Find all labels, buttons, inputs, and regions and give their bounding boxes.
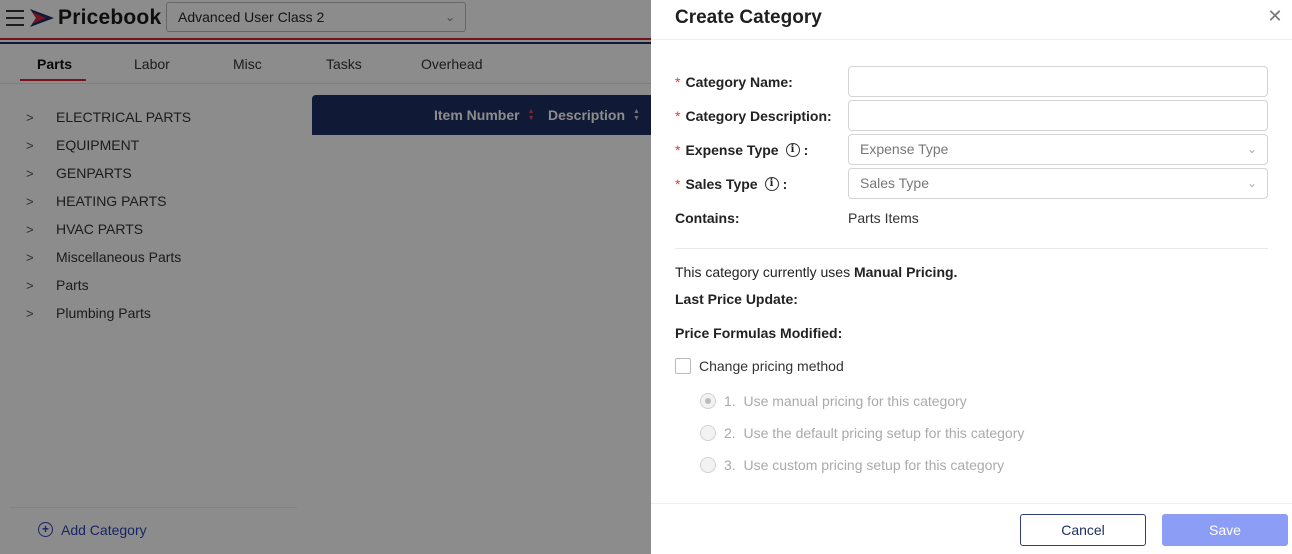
- change-pricing-method-row[interactable]: Change pricing method: [675, 358, 844, 374]
- drawer-title: Create Category: [675, 7, 822, 28]
- category-name-row: * Category Name:: [675, 66, 1268, 97]
- save-button[interactable]: Save: [1162, 514, 1288, 546]
- category-name-label-wrap: * Category Name:: [675, 74, 848, 90]
- required-marker: *: [675, 175, 681, 192]
- last-price-update-label: Last Price Update: [675, 291, 794, 307]
- label-colon: :: [788, 73, 793, 90]
- drawer-footer: Cancel Save: [651, 503, 1292, 554]
- chevron-down-icon: ⌄: [1246, 142, 1257, 156]
- required-marker: *: [675, 107, 681, 124]
- expense-type-placeholder: Expense Type: [860, 141, 949, 157]
- create-category-drawer: Create Category ✕ * Category Name: * Categ…: [651, 0, 1292, 554]
- expense-type-label-wrap: * Expense Type i:: [675, 142, 848, 158]
- contains-label-wrap: Contains:: [675, 210, 848, 226]
- pricing-option-radio[interactable]: [700, 393, 716, 409]
- drawer-header: Create Category ✕: [651, 0, 1292, 40]
- contains-row: Contains: Parts Items: [675, 202, 1268, 233]
- category-description-input[interactable]: [848, 100, 1268, 131]
- label-colon: :: [782, 175, 788, 192]
- expense-type-select[interactable]: Expense Type ⌄: [848, 134, 1268, 165]
- contains-label: Contains: [675, 209, 735, 226]
- sales-type-placeholder: Sales Type: [860, 175, 930, 191]
- pricing-option-radio[interactable]: [700, 425, 716, 441]
- pricing-method-value: Manual Pricing.: [853, 264, 958, 280]
- pricing-uses-prefix: This category currently uses: [675, 264, 851, 280]
- info-icon[interactable]: i: [764, 176, 779, 191]
- chevron-down-icon: ⌄: [1246, 176, 1257, 190]
- sales-type-row: * Sales Type i: Sales Type ⌄: [675, 168, 1268, 199]
- pricing-option-radio[interactable]: [700, 457, 716, 473]
- pricing-option-3[interactable]: 3. Use custom pricing setup for this cat…: [700, 457, 1004, 473]
- change-pricing-method-label: Change pricing method: [699, 358, 844, 374]
- modal-backdrop[interactable]: [0, 0, 651, 554]
- pricing-option-label: 1. Use manual pricing for this category: [724, 393, 967, 409]
- pricing-option-label: 3. Use custom pricing setup for this cat…: [724, 457, 1005, 473]
- pricing-option-label: 2. Use the default pricing setup for thi…: [724, 425, 1025, 441]
- pricing-option-2[interactable]: 2. Use the default pricing setup for thi…: [700, 425, 1024, 441]
- pricing-method-text: This category currently uses Manual Pric…: [675, 264, 957, 280]
- label-colon: :: [793, 291, 798, 307]
- price-formulas-modified-label: Price Formulas Modified: [675, 325, 838, 341]
- required-marker: *: [675, 73, 681, 90]
- expense-type-row: * Expense Type i: Expense Type ⌄: [675, 134, 1268, 165]
- close-icon[interactable]: ✕: [1266, 7, 1284, 26]
- label-colon: :: [827, 107, 832, 124]
- section-divider: [675, 248, 1268, 249]
- label-colon: :: [803, 141, 809, 158]
- contains-value: Parts Items: [848, 209, 919, 226]
- category-name-label: Category Name: [685, 73, 789, 90]
- pricing-option-1[interactable]: 1. Use manual pricing for this category: [700, 393, 967, 409]
- category-description-label: Category Description: [685, 107, 828, 124]
- price-formulas-modified: Price Formulas Modified:: [675, 325, 842, 341]
- category-name-input[interactable]: [848, 66, 1268, 97]
- cancel-button[interactable]: Cancel: [1020, 514, 1146, 546]
- category-description-label-wrap: * Category Description:: [675, 108, 848, 124]
- info-icon[interactable]: i: [785, 142, 800, 157]
- label-colon: :: [837, 325, 843, 341]
- label-colon: :: [734, 209, 740, 226]
- last-price-update: Last Price Update:: [675, 291, 798, 307]
- change-pricing-method-checkbox[interactable]: [675, 358, 691, 374]
- sales-type-label-wrap: * Sales Type i:: [675, 176, 848, 192]
- expense-type-label: Expense Type: [685, 141, 779, 158]
- category-description-row: * Category Description:: [675, 100, 1268, 131]
- sales-type-label: Sales Type: [685, 175, 758, 192]
- required-marker: *: [675, 141, 681, 158]
- sales-type-select[interactable]: Sales Type ⌄: [848, 168, 1268, 199]
